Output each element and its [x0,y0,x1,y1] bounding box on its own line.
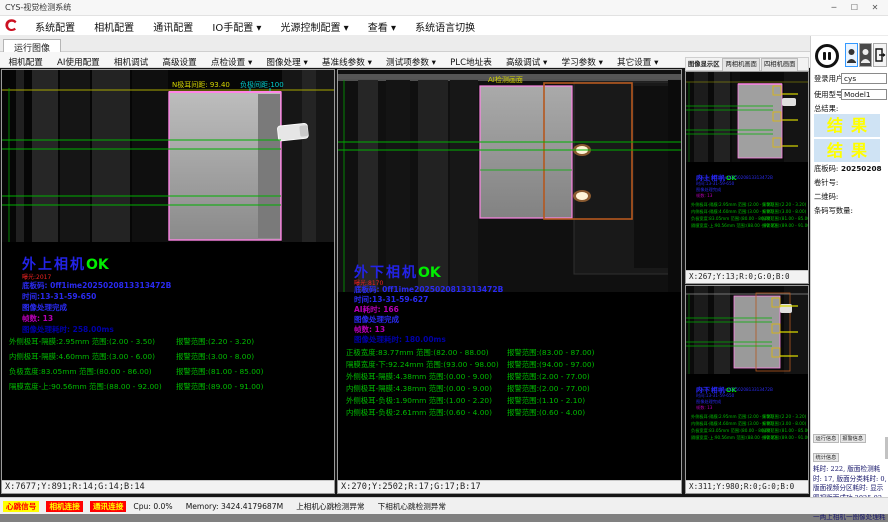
ai-frame-label: AI检测画面 [488,75,523,84]
menu-bar: 系统配置 相机配置 通讯配置 IO手配置 ▾ 光源控制配置 ▾ 查看 ▾ 系统语… [0,16,888,36]
user-login-button[interactable] [845,43,858,67]
model-field[interactable]: Model1 [841,89,887,100]
measurement-row: 内侧极耳-隔膜:4.60mm 范围:(3.00 - 6.00) 报警范围:(3.… [9,351,335,362]
tab-four-camera-view[interactable]: 四相机画面 [761,58,798,72]
tab-run-info[interactable]: 运行信息 [813,434,839,443]
thumb-bottom-pixel-statusbar: X:311;Y:980;R:0;G:0;B:0 [686,480,808,493]
cell-region-outline [480,86,572,218]
heartbeat-status-badge: 心跳信号 [3,501,39,512]
thumbnail-inner-lower-camera[interactable]: 内下相机OK 底板码: 0ff1ime2025020813313472B 时间:… [685,285,809,494]
board-code-value: 20250208 [841,164,882,173]
measurement-alarm: 报警范围:(81.00 - 85.00) [762,428,809,434]
user-manage-button[interactable] [859,43,872,67]
total-result-label: 总结果: [814,104,838,114]
pause-button[interactable] [815,44,839,68]
result-badge-upper: 结果 [814,114,880,137]
measurement-row: 内侧极耳-隔膜:4.38mm 范围:(0.00 - 9.00) 报警范围:(2.… [346,383,682,394]
tab-alarm-info[interactable]: 报警信息 [840,434,866,443]
thumb-top-pixel-statusbar: X:267;Y:13;R:0;G:0;B:0 [686,270,808,283]
thumbnail-header: 图像显示区两相机画面四相机画面 [685,57,809,71]
exit-button[interactable] [873,43,887,67]
process-done-line: 图像处理完成 [22,302,67,313]
camera-panel-outer-lower[interactable]: AI检测画面 外下相机OK 曝光:8170 底板码: 0ff1ime202502… [337,69,682,494]
middle-panel-pixel-statusbar: X:270;Y:2502;R:17;G:17;B:17 [338,480,681,493]
measurement-row: 负极宽度:83.05mm 范围:(80.00 - 86.00) 报警范围:(81… [9,366,335,377]
connector-tab [277,123,308,141]
time-line: 时间:13-31-59-650 [22,291,96,302]
camera-panel-outer-upper[interactable]: N极耳间距: 93.40 负极间距:100 外上相机OK 曝光:2017 底板码… [1,69,335,494]
measurement-alarm: 报警范围:(89.00 - 91.00) [762,223,809,229]
tab-stats-info[interactable]: 统计信息 [813,453,839,462]
measurement-alarm: 报警范围:(2.20 - 3.20) [762,202,806,208]
user-dark-icon [860,44,871,66]
maximize-button[interactable]: ☐ [845,0,863,16]
process-time-line: 图像处理耗时: 258.00ms [22,324,114,335]
measurement-alarm: 报警范围:(3.00 - 8.00) [762,209,806,215]
tab-two-camera-view[interactable]: 两相机画面 [722,58,759,72]
measurement-row: 外侧极耳-负极:1.90mm 范围:(1.00 - 2.20) 报警范围:(1.… [346,395,682,406]
qr-code-label: 二维码: [814,192,838,202]
app-window: CYS-视觉检测系统 ─ ☐ ✕ 系统配置 相机配置 通讯配置 IO手配置 ▾ … [0,0,888,522]
measurement-row: 负极宽度:83.05mm 范围:(80.00 - 86.00) [691,428,772,434]
info-panel: 运行信息报警信息统计信息 耗时: 222, 版面检测耗时: 17, 版面分类耗时… [813,425,887,495]
close-button[interactable]: ✕ [866,0,884,16]
left-panel-pixel-statusbar: X:7677;Y:891;R:14;G:14;B:14 [2,480,334,493]
title-bar: CYS-视觉检测系统 ─ ☐ ✕ [0,0,888,16]
minimize-button[interactable]: ─ [825,0,843,16]
frame-count-line: 帧数: 13 [696,405,712,411]
board-code-line: 底板码: 0ff1ime2025020813313472B [22,280,171,291]
exit-door-icon [874,44,886,66]
measurement-row: 内侧极耳-负极:2.61mm 范围:(0.60 - 4.00) 报警范围:(0.… [346,407,682,418]
comm-connect-badge: 通讯连接 [90,501,126,512]
measurement-alarm: 报警范围:(89.00 - 91.00) [762,435,809,441]
tab-distance-label: N极耳间距: 93.40 [172,80,230,89]
right-sidebar: 登录用户: cys 使用型号: Model1 总结果: 结果 结果 底板码: 2… [810,36,888,497]
measurement-alarm: 报警范围:(2.20 - 3.20) [762,414,806,420]
login-user-field[interactable]: cys [841,73,887,84]
measurement-row: 负极宽度:83.05mm 范围:(80.00 - 86.00) [691,216,772,222]
thumbnail-inner-upper-camera[interactable]: 内上相机OK 底板码: 0ff1ime2025020813313472B 时间:… [685,71,809,284]
camera-connect-badge: 相机连接 [46,501,82,512]
measurement-alarm: 报警范围:(81.00 - 85.00) [762,216,809,222]
result-badge-lower: 结果 [814,139,880,162]
frame-count-line: 帧数: 13 [696,193,712,199]
lower-camera-warning: 下相机心跳检测异常 [378,499,446,515]
inner-upper-camera-scene [686,72,808,162]
measurement-alarm: 报警范围:(3.00 - 8.00) [762,421,806,427]
window-title: CYS-视觉检测系统 [5,3,71,12]
camera-title: 外上相机OK [22,254,109,274]
user-icon [846,44,857,66]
image-display-area-label: 图像显示区 [686,61,721,68]
process-time-line: 图像处理耗时: 180.00ms [354,334,446,345]
upper-camera-warning: 上相机心跳检测异常 [296,499,364,515]
outer-lower-camera-scene: AI检测画面 [338,70,681,292]
measurement-row: 隔膜宽度-上:90.56mm 范围:(88.00 - 92.00) 报警范围:(… [9,381,335,392]
anode-distance-label: 负极间距:100 [240,80,284,89]
measurement-row: 隔膜宽度-下:92.24mm 范围:(93.00 - 98.00) 报警范围:(… [346,359,682,370]
frame-count-line: 帧数: 13 [22,313,53,324]
inner-lower-camera-scene [686,286,808,374]
outer-upper-camera-scene: N极耳间距: 93.40 负极间距:100 [2,70,334,242]
measurement-row: 正极宽度:83.77mm 范围:(82.00 - 88.00) 报警范围:(83… [346,347,682,358]
barcode-count-label: 条码写数量: [814,206,853,216]
memory-usage: Memory: 3424.4179687M [186,499,283,515]
needle-number-label: 卷针号: [814,178,838,188]
board-code-label: 底板码: [814,164,838,174]
app-logo-icon [4,17,19,37]
measurement-row: 外侧极耳-隔膜:2.95mm 范围:(2.00 - 3.50) 报警范围:(2.… [9,336,335,347]
measurement-row: 外侧极耳-隔膜:4.38mm 范围:(0.00 - 9.00) 报警范围:(2.… [346,371,682,382]
app-statusbar: 心跳信号 相机连接 通讯连接 Cpu: 0.0% Memory: 3424.41… [0,497,888,514]
cpu-usage: Cpu: 0.0% [133,499,172,515]
